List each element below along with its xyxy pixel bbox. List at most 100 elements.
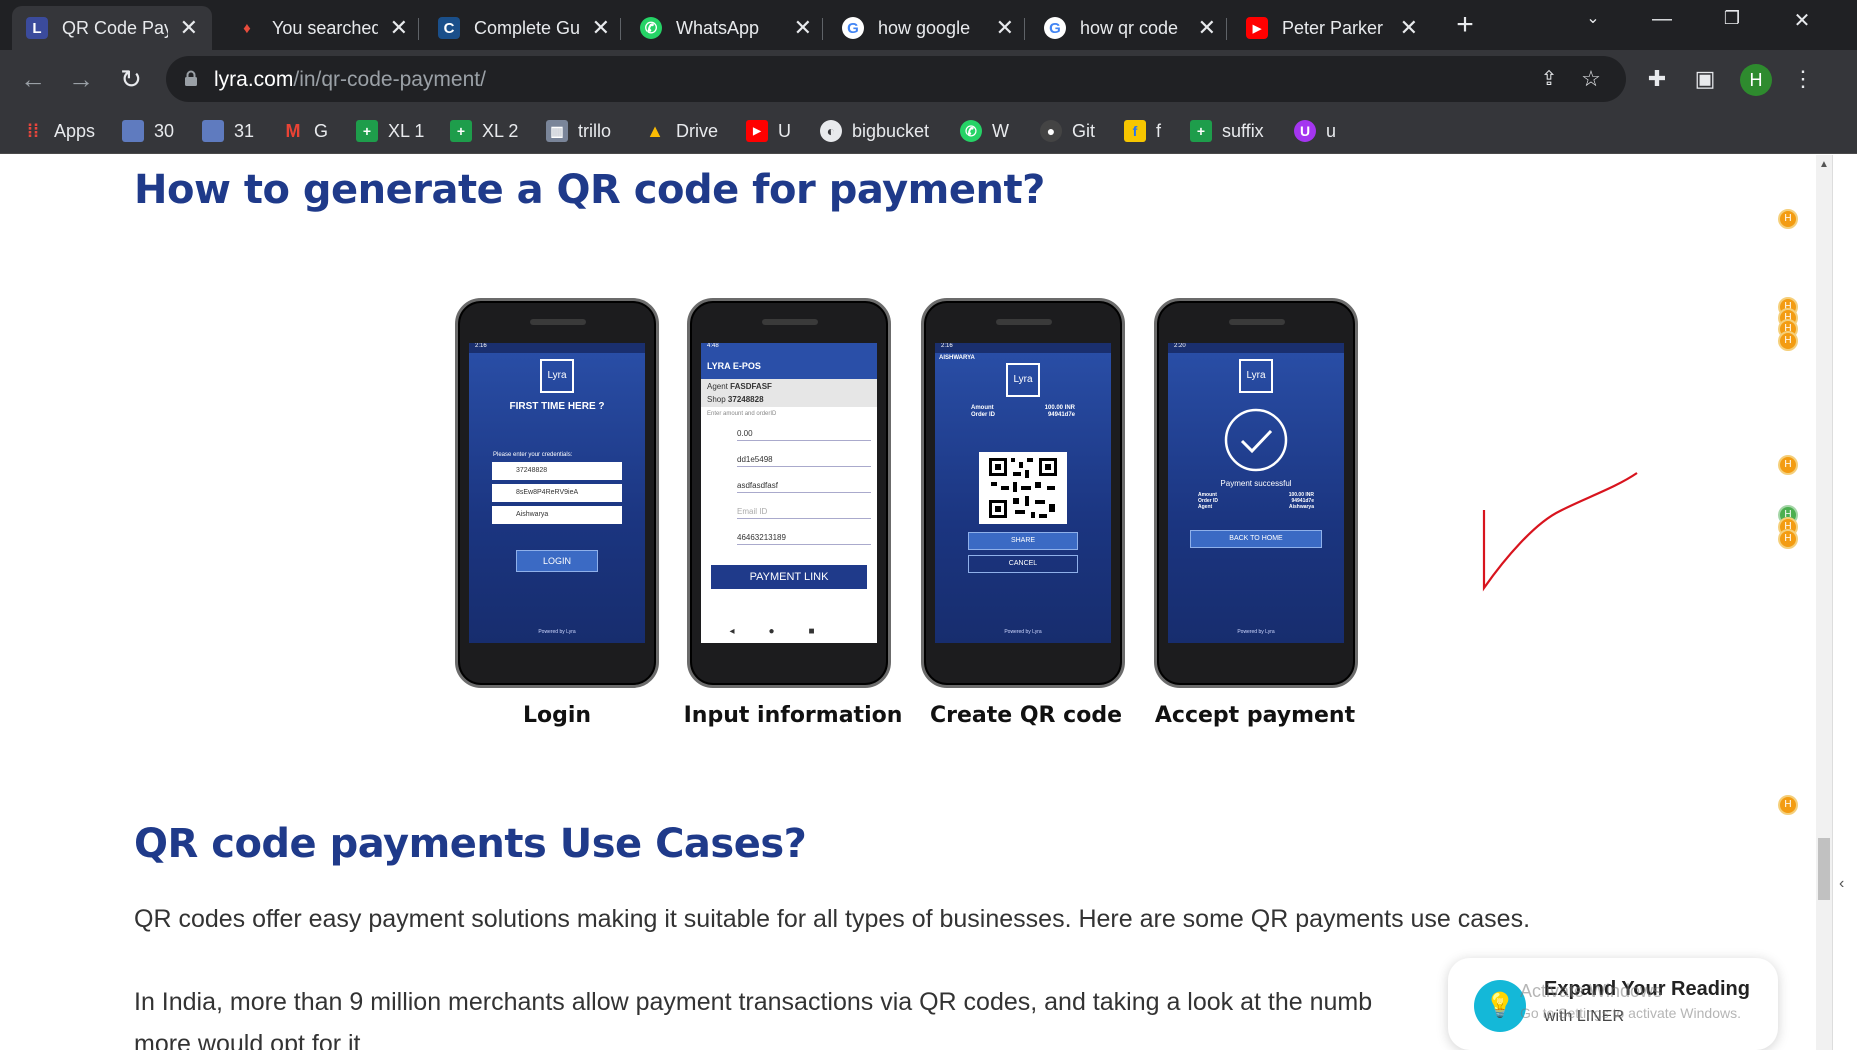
highlight-marker-icon[interactable]: H [1778,331,1798,351]
tab-separator [822,18,823,40]
bookmark-label: 31 [234,120,255,141]
youtube-icon: ▶ [746,120,768,142]
name-field: asdfasdfasf [737,481,871,493]
chevron-left-icon[interactable]: ‹ [1839,875,1844,893]
bookmark-label: G [314,120,329,141]
bookmark-drive[interactable]: ▲ Drive [644,118,718,144]
tab-search-chevron-icon[interactable]: ⌄ [1573,8,1613,28]
amount-row: Amount 100.00 INR [935,397,1111,411]
bookmark-trillo[interactable]: ▥ trillo [546,118,611,144]
minimize-icon[interactable]: — [1642,8,1682,31]
powered-by: Powered by Lyra [1237,629,1275,635]
agent-label: Agent [1198,504,1213,510]
tab-how-qr-code[interactable]: G how qr code ✕ [1030,6,1230,50]
extensions-puzzle-icon[interactable]: ✚ [1642,64,1672,94]
highlight-marker-icon[interactable]: H [1778,209,1798,229]
cancel-button: CANCEL [968,555,1078,573]
caption-input-information: Input information [683,703,903,728]
close-tab-icon[interactable]: ✕ [1198,15,1216,41]
bookmark-star-icon[interactable]: ☆ [1576,64,1606,94]
bookmark-whatsapp[interactable]: ✆ W [960,118,1009,144]
tab-whatsapp[interactable]: ✆ WhatsApp ✕ [626,6,826,50]
close-tab-icon[interactable]: ✕ [592,15,610,41]
tab-you-searched[interactable]: ♦ You searched ✕ [222,6,422,50]
lock-icon [185,70,197,86]
back-icon[interactable]: ← [16,62,50,96]
order-label: Order ID [971,412,996,418]
highlight-marker-icon[interactable]: H [1778,455,1798,475]
tab-title: Complete Gu [474,17,580,38]
bookmark-label: trillo [578,120,612,141]
bookmark-label: W [992,120,1009,141]
bookmark-git[interactable]: ● Git [1040,118,1095,144]
qr-code-image [979,452,1067,524]
bookmark-xl1[interactable]: + XL 1 [356,118,424,144]
profile-avatar[interactable]: H [1740,64,1772,96]
paragraph-use-cases: QR codes offer easy payment solutions ma… [134,905,1531,933]
screen-title: FIRST TIME HERE ? [509,401,605,412]
tab-qr-code-payment[interactable]: L QR Code Pay ✕ [12,6,212,50]
bookmark-label: U [778,120,791,141]
bookmark-30[interactable]: 30 [122,118,174,144]
address-bar[interactable]: lyra.com/in/qr-code-payment/ ⇪ ☆ [166,56,1626,102]
tab-title: Peter Parker [1282,17,1384,38]
url-path: /in/qr-code-payment/ [293,68,486,91]
tab-how-google[interactable]: G how google ✕ [828,6,1028,50]
phone-speaker [996,319,1052,325]
udemy-icon: U [1294,120,1316,142]
tab-title: how google [878,17,971,38]
sheets-icon: + [1190,120,1212,142]
android-nav-bar: ◂●■ [701,621,877,643]
watermark-line1: Activate Windows [1520,981,1663,1001]
flame-favicon-icon: ♦ [243,19,251,37]
close-tab-icon[interactable]: ✕ [180,15,198,41]
close-window-icon[interactable]: ✕ [1782,8,1822,33]
globe-icon: ◐ [820,120,842,142]
forward-icon[interactable]: → [64,62,98,96]
agent-value: Aishwarya [1288,504,1314,510]
bookmark-31[interactable]: 31 [202,118,254,144]
page-scrollbar[interactable]: ▲ [1816,155,1832,1050]
phone-screen: 2:20 Lyra Payment successful Amount 100.0… [1168,343,1344,643]
scroll-up-arrow-icon[interactable]: ▲ [1819,159,1829,170]
highlight-marker-icon[interactable]: H [1778,795,1798,815]
bookmark-flipkart[interactable]: ff [1124,118,1161,144]
tab-separator [1024,18,1025,40]
bookmark-label: Apps [54,120,96,141]
tab-peter-parker[interactable]: ▶ Peter Parker ✕ [1232,6,1432,50]
reload-icon[interactable]: ↻ [114,62,148,96]
scrollbar-thumb[interactable] [1818,838,1830,900]
bookmark-label: suffix [1222,120,1264,141]
close-tab-icon[interactable]: ✕ [390,15,408,41]
caption-accept-payment: Accept payment [1154,703,1356,728]
new-tab-button[interactable]: + [1450,10,1480,40]
close-tab-icon[interactable]: ✕ [996,15,1014,41]
bookmark-apps[interactable]: ⁞⁞ Apps [22,118,95,144]
highlight-marker-icon[interactable]: H [1778,529,1798,549]
menu-kebab-icon[interactable]: ⋮ [1788,64,1818,94]
tab-separator [1226,18,1227,40]
payment-success-text: Payment successful [1220,479,1292,488]
bookmark-udemy[interactable]: Uu [1294,118,1336,144]
flipkart-icon: f [1124,120,1146,142]
bookmark-gmail[interactable]: MG [282,118,329,144]
bookmark-xl2[interactable]: + XL 2 [450,118,518,144]
tab-complete-guide[interactable]: C Complete Gu ✕ [424,6,624,50]
close-tab-icon[interactable]: ✕ [1400,15,1418,41]
phone-login: 2:16 Lyra FIRST TIME HERE ? Please enter… [455,298,659,688]
restore-icon[interactable]: ❐ [1712,8,1752,29]
share-icon[interactable]: ⇪ [1534,64,1564,94]
close-tab-icon[interactable]: ✕ [794,15,812,41]
side-panel-icon[interactable]: ▣ [1690,64,1720,94]
payment-link-button: PAYMENT LINK [711,565,867,589]
bookmark-bigbucket[interactable]: ◐ bigbucket [820,118,929,144]
screen-field: Aishwarya [492,506,622,524]
gmail-icon: M [285,120,301,141]
bookmark-youtube[interactable]: ▶ U [746,118,791,144]
bookmark-suffix[interactable]: + suffix [1190,118,1264,144]
activate-windows-watermark: Activate Windows Go to Settings to activ… [1520,980,1741,1024]
whatsapp-icon: ✆ [960,120,982,142]
handwritten-check-annotation [1482,472,1638,592]
shop-label: Shop [707,395,726,404]
site-icon [122,120,144,142]
